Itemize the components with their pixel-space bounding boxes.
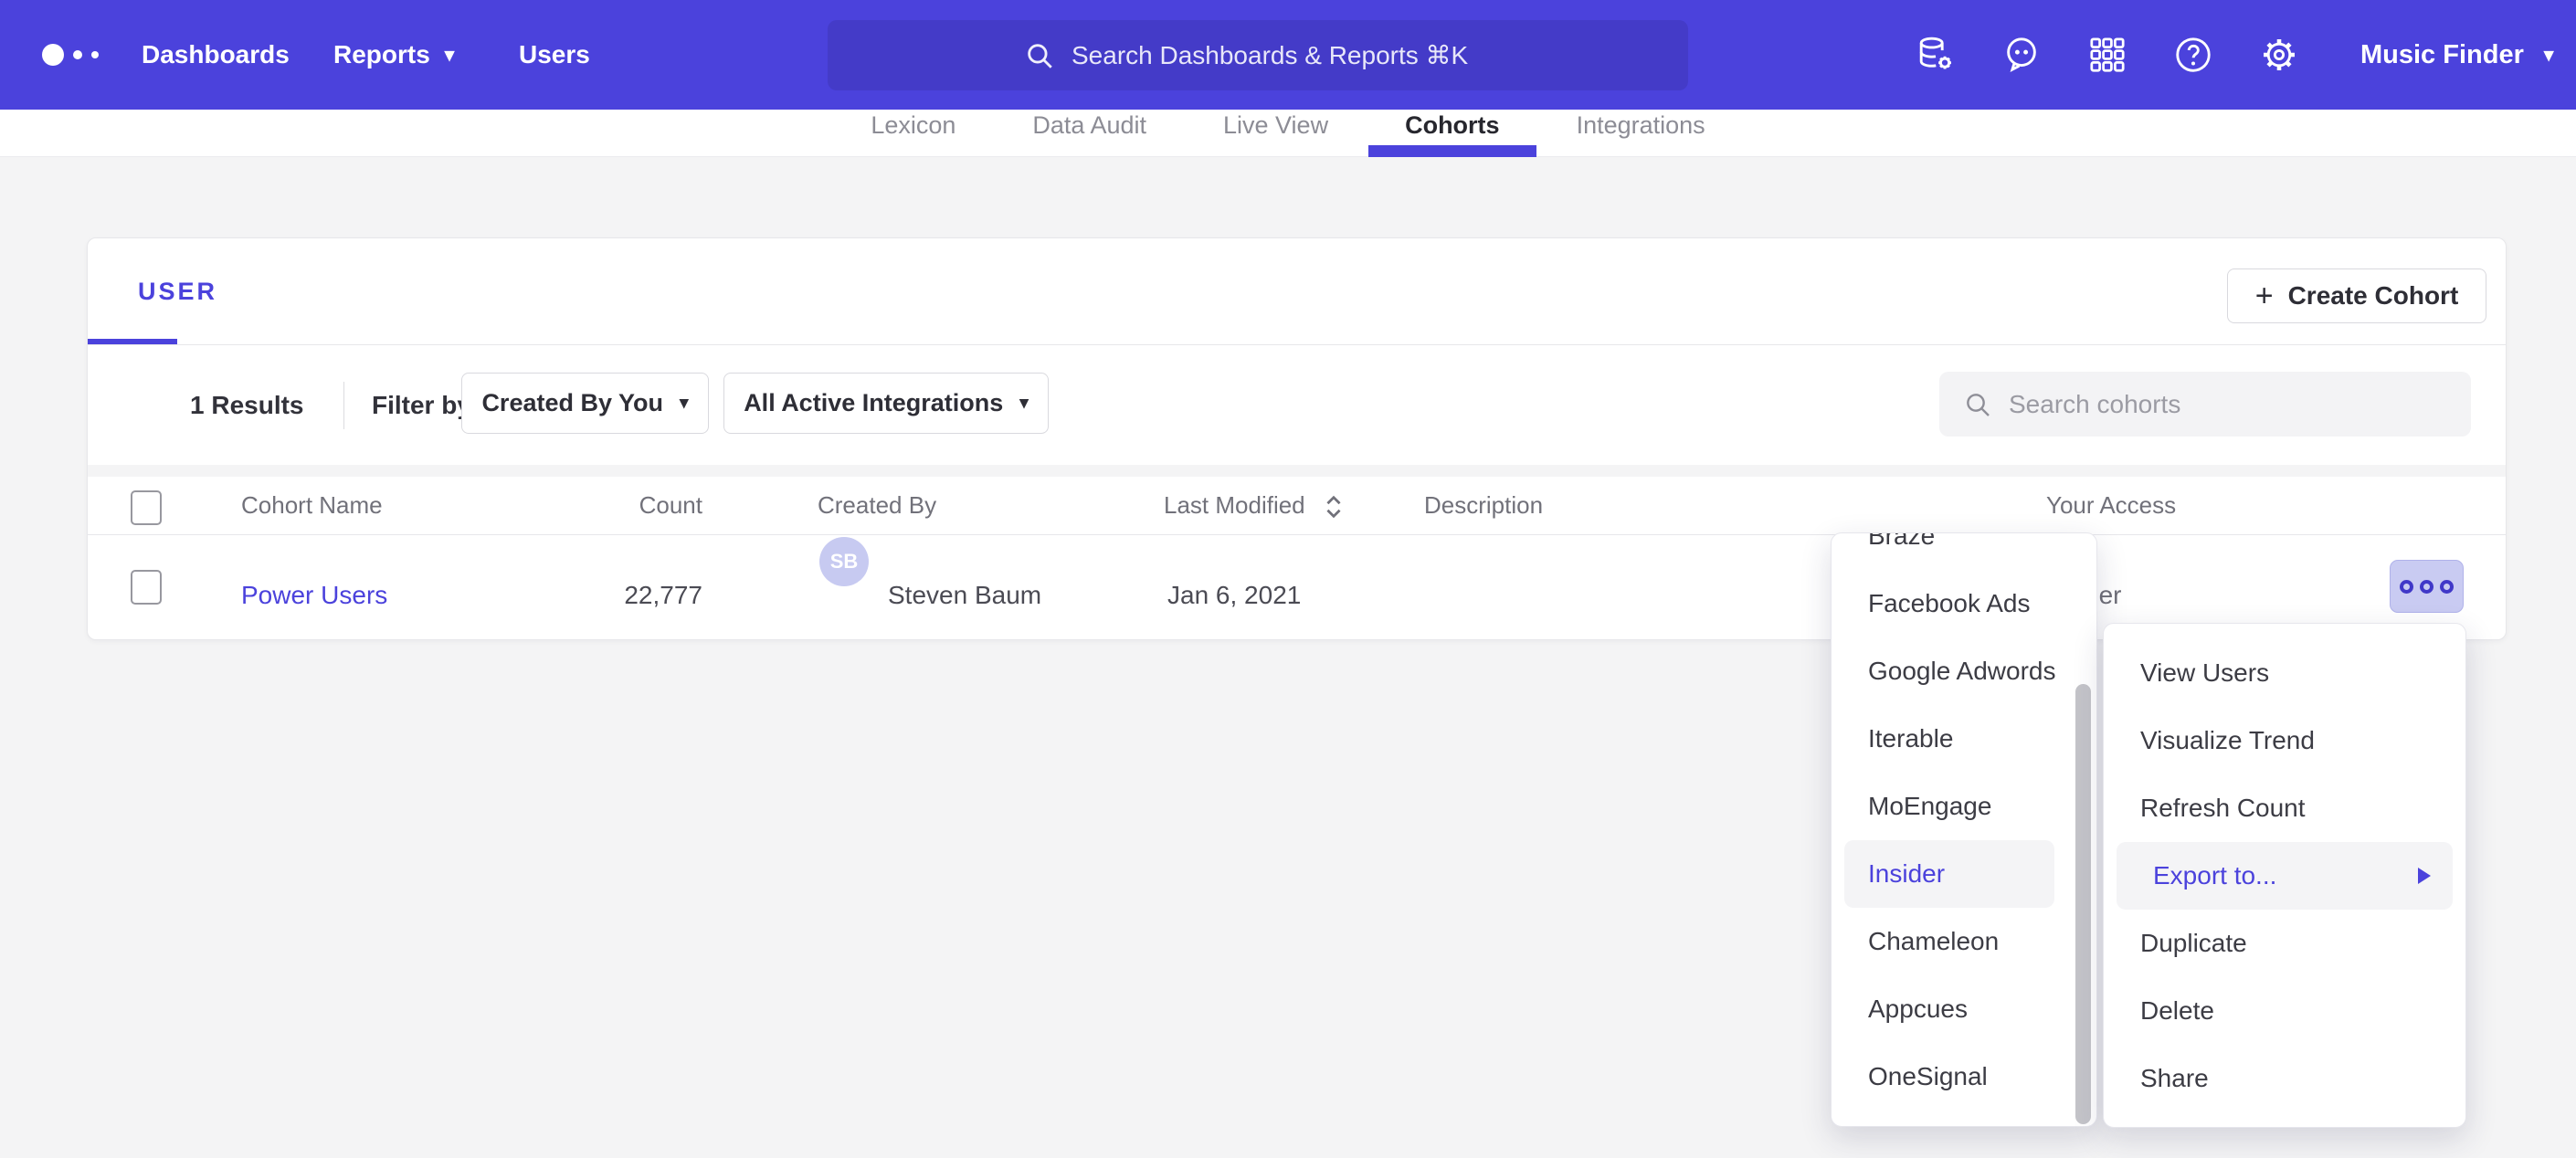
created-by-filter-dropdown[interactable]: Created By You ▾ [461,373,709,434]
nav-reports-label: Reports [333,40,430,69]
menu-item-refresh-count[interactable]: Refresh Count [2104,774,2465,842]
topbar-icon-group [1915,0,2300,110]
settings-gear-icon[interactable] [2258,34,2300,76]
nav-users-label: Users [519,40,590,69]
export-target-list: Braze Facebook Ads Google Adwords Iterab… [1832,532,2096,1111]
col-created-by[interactable]: Created By [818,491,936,520]
tab-lexicon[interactable]: Lexicon [871,110,955,157]
nav-dashboards-label: Dashboards [142,40,290,69]
menu-item-facebook-ads[interactable]: Facebook Ads [1832,570,2096,637]
apps-grid-icon[interactable] [2086,34,2128,76]
plus-icon: + [2255,280,2274,311]
submenu-arrow-icon [2418,868,2431,884]
menu-item-visualize-trend[interactable]: Visualize Trend [2104,707,2465,774]
active-tab-underline [1368,145,1536,157]
menu-item-view-users[interactable]: View Users [2104,639,2465,707]
row-context-menu: View Users Visualize Trend Refresh Count… [2103,623,2466,1128]
integrations-filter-dropdown[interactable]: All Active Integrations ▾ [723,373,1049,434]
search-icon [1963,390,1992,419]
project-name: Music Finder [2360,40,2524,70]
caret-down-icon: ▾ [680,395,689,412]
cohort-search-bar[interactable] [1939,372,2471,437]
nav-reports[interactable]: Reports ▾ [333,0,454,110]
tab-integrations[interactable]: Integrations [1577,110,1705,157]
last-modified-date: Jan 6, 2021 [1167,581,1301,610]
menu-item-braze[interactable]: Braze [1832,532,2096,570]
logo-dot-large [42,44,64,66]
filter-by-label: Filter by [372,391,471,420]
ellipsis-ring-icon [2400,580,2413,594]
row-more-actions-button[interactable] [2390,560,2464,613]
data-management-icon[interactable] [1915,34,1957,76]
menu-item-google-adwords[interactable]: Google Adwords [1832,637,2096,705]
top-navigation-bar: Dashboards Reports ▾ Users [0,0,2576,110]
avatar: SB [819,537,869,586]
menu-item-onesignal[interactable]: OneSignal [1832,1043,2096,1111]
table-header-row: Cohort Name Count Created By Last Modifi… [88,477,2506,535]
export-to-submenu: Braze Facebook Ads Google Adwords Iterab… [1831,532,2097,1127]
create-cohort-button[interactable]: + Create Cohort [2227,268,2486,323]
global-search-bar[interactable] [828,20,1688,90]
menu-item-duplicate[interactable]: Duplicate [2104,910,2465,977]
help-icon[interactable] [2172,34,2214,76]
tab-live-view[interactable]: Live View [1223,110,1328,157]
global-search-input[interactable] [1072,41,1492,70]
sort-icon[interactable] [1323,493,1345,521]
cohort-name-link[interactable]: Power Users [241,581,387,610]
submenu-scrollbar-thumb[interactable] [2075,684,2091,1124]
tab-cohorts[interactable]: Cohorts [1405,110,1500,157]
caret-down-icon: ▾ [1019,395,1029,412]
logo-dot-small [91,51,99,58]
created-by-name: Steven Baum [888,581,1041,610]
col-count[interactable]: Count [526,491,702,520]
menu-item-insider[interactable]: Insider [1844,840,2054,908]
nav-dashboards[interactable]: Dashboards [142,0,290,110]
menu-item-delete[interactable]: Delete [2104,977,2465,1045]
menu-item-export-to[interactable]: Export to... [2117,842,2453,910]
select-all-checkbox[interactable] [131,490,162,525]
toolbar-table-gap [88,465,2506,477]
app-window: Dashboards Reports ▾ Users [0,0,2576,1158]
section-divider [88,344,2506,345]
col-description[interactable]: Description [1424,491,1543,520]
cohorts-panel: USER + Create Cohort 1 Results Filter by… [87,237,2507,640]
ellipsis-ring-icon [2420,580,2433,594]
row-checkbox[interactable] [131,570,162,605]
ellipsis-ring-icon [2440,580,2454,594]
mixpanel-logo-icon[interactable] [42,0,99,110]
menu-item-iterable[interactable]: Iterable [1832,705,2096,773]
menu-item-appcues[interactable]: Appcues [1832,975,2096,1043]
nav-users[interactable]: Users [519,0,590,110]
logo-dot-medium [73,50,82,59]
menu-item-share[interactable]: Share [2104,1045,2465,1112]
feedback-bubble-icon[interactable] [2001,34,2043,76]
caret-down-icon: ▾ [2544,46,2554,65]
results-count: 1 Results [190,391,304,420]
vertical-divider [343,382,344,429]
tab-data-audit[interactable]: Data Audit [1032,110,1146,157]
cohort-search-input[interactable] [2009,390,2411,419]
search-icon [1024,40,1055,71]
menu-item-chameleon[interactable]: Chameleon [1832,908,2096,975]
col-your-access[interactable]: Your Access [2046,491,2176,520]
section-tab-strip: Lexicon Data Audit Live View Cohorts Int… [0,110,2576,157]
cohort-count: 22,777 [526,581,702,610]
caret-down-icon: ▾ [445,46,455,65]
col-cohort-name[interactable]: Cohort Name [241,491,383,520]
user-section-tab[interactable]: USER [138,278,217,306]
col-last-modified[interactable]: Last Modified [1164,491,1305,520]
menu-item-moengage[interactable]: MoEngage [1832,773,2096,840]
project-switcher[interactable]: Music Finder ▾ [2360,0,2553,110]
